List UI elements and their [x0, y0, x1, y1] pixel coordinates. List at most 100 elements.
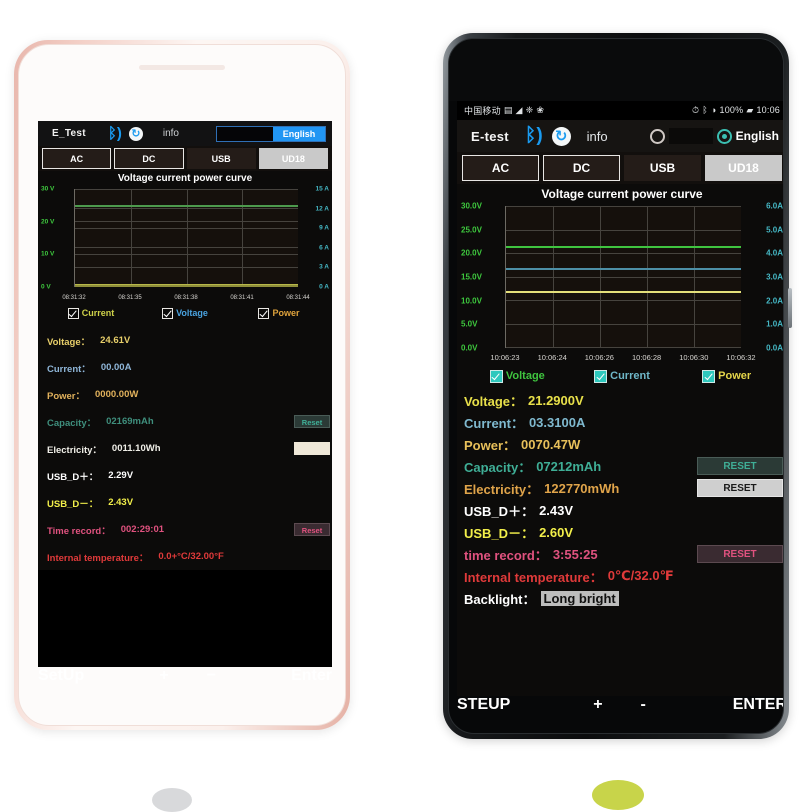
- y-axis-tick-right: 9 A: [319, 224, 329, 232]
- power-button[interactable]: [788, 288, 792, 328]
- gridline-vertical: [553, 206, 554, 347]
- language-option-chinese[interactable]: [649, 128, 665, 144]
- readout-row: Time record： 002:29:01 Reset: [38, 516, 332, 543]
- sync-icon: ❀: [536, 105, 545, 115]
- plus-label: +: [593, 696, 603, 713]
- readout-row: Current： 00.00A: [38, 354, 332, 381]
- tab-usb[interactable]: USB: [624, 155, 701, 181]
- reset-button[interactable]: [294, 442, 330, 455]
- y-axis-tick-left: 20.0V: [461, 248, 482, 258]
- checkbox-icon[interactable]: [67, 307, 79, 319]
- language-option-english[interactable]: [716, 128, 732, 144]
- series-toggle-current[interactable]: Current: [44, 307, 138, 319]
- checkbox-icon[interactable]: [162, 307, 174, 319]
- tab-ud18[interactable]: UD18: [258, 148, 328, 169]
- readout-value: 2.43V: [108, 497, 134, 508]
- series-toggle-power[interactable]: Power: [674, 369, 779, 383]
- right-control-host: STEUP - + ENTER: [457, 696, 783, 714]
- readout-row: time record： 3:55:25 RESET: [457, 543, 783, 565]
- readout-label: Current：: [47, 363, 91, 375]
- readout-label: Time record：: [47, 525, 111, 537]
- signal-icon: ◢: [515, 105, 523, 115]
- y-axis-tick-left: 0 V: [41, 283, 51, 291]
- gridline-vertical: [130, 189, 132, 286]
- language-english-label: English: [735, 129, 779, 143]
- readout-label: Current：: [464, 415, 524, 431]
- tab-ac[interactable]: AC: [42, 148, 112, 169]
- info-label[interactable]: info: [587, 129, 608, 144]
- left-series-toggles: Current Voltage Power: [38, 303, 332, 323]
- readout-row: USB_D－： 2.43V: [38, 489, 332, 516]
- readout-value: 0011.10Wh: [111, 443, 161, 454]
- tab-dc[interactable]: DC: [543, 155, 620, 181]
- readout-row: Voltage： 24.61V: [38, 327, 332, 354]
- refresh-icon[interactable]: ↻: [128, 126, 143, 141]
- readout-value: 3:55:25: [552, 546, 598, 562]
- readout-label: USB_D＋：: [464, 503, 535, 519]
- series-line-voltage: [506, 245, 741, 248]
- checkbox-icon[interactable]: [594, 369, 608, 383]
- readout-label: USB_D＋：: [47, 471, 99, 483]
- readout-row: Voltage： 21.2900V: [457, 389, 783, 411]
- checkbox-icon[interactable]: [489, 369, 503, 383]
- reset-button[interactable]: RESET: [697, 457, 783, 475]
- bluetooth-icon[interactable]: ᛒ): [108, 125, 122, 142]
- enter-button[interactable]: ENTER: [733, 696, 783, 714]
- y-axis-tick-right: 0 A: [319, 283, 329, 291]
- reset-button[interactable]: Reset: [294, 523, 330, 536]
- reset-button[interactable]: RESET: [697, 479, 783, 497]
- info-label[interactable]: info: [163, 128, 179, 139]
- x-axis-tick: 08:31:44: [286, 295, 310, 301]
- gridline-horizontal: [506, 276, 741, 278]
- y-axis-tick-left: 20 V: [41, 218, 55, 226]
- refresh-icon[interactable]: ↻: [551, 126, 571, 146]
- tab-ud18[interactable]: UD18: [705, 155, 782, 181]
- series-toggle-voltage[interactable]: Voltage: [465, 369, 570, 383]
- series-toggle-current[interactable]: Current: [570, 369, 675, 383]
- y-axis-tick-left: 30 V: [41, 185, 55, 193]
- readout-value: 0070.47W: [521, 436, 581, 452]
- readout-label: Voltage：: [464, 393, 523, 409]
- decor-object-left: [152, 788, 192, 812]
- setup-button[interactable]: STEUP: [457, 696, 510, 714]
- series-toggle-label: Current: [81, 308, 115, 318]
- series-toggle-label: Power: [718, 370, 752, 382]
- series-line-voltage: [75, 205, 298, 208]
- language-toggle[interactable]: English: [216, 125, 326, 142]
- right-series-toggles: Voltage Current Power: [457, 364, 783, 388]
- gridline-horizontal: [506, 206, 741, 207]
- gridline-vertical: [186, 189, 188, 286]
- tab-ac[interactable]: AC: [462, 155, 539, 181]
- series-toggle-power[interactable]: Power: [232, 307, 326, 319]
- gridline-vertical: [647, 206, 648, 347]
- x-axis-tick: 10:06:23: [490, 353, 520, 362]
- reset-button[interactable]: RESET: [697, 545, 783, 563]
- language-option-chinese[interactable]: [217, 126, 273, 141]
- y-axis-tick-left: 30.0V: [461, 201, 482, 211]
- y-axis-tick-right: 12 A: [315, 205, 330, 213]
- checkbox-icon[interactable]: [702, 369, 716, 383]
- y-axis-tick-right: 4.0A: [766, 248, 783, 258]
- setup-button[interactable]: SetUp: [38, 667, 84, 685]
- bluetooth-icon[interactable]: ᛒ): [525, 125, 543, 147]
- tab-dc[interactable]: DC: [114, 148, 184, 169]
- language-option-english[interactable]: English: [273, 126, 325, 141]
- gridline-horizontal: [506, 323, 741, 325]
- readout-label: Backlight：: [464, 591, 536, 607]
- tab-usb[interactable]: USB: [186, 148, 256, 169]
- battery-icon: ▰: [746, 105, 754, 115]
- left-phone: E_Test ᛒ) ↻ info English AC DC USB UD18 …: [14, 40, 350, 730]
- readout-label: USB_D－：: [47, 498, 99, 510]
- readout-row: Power： 0070.47W: [457, 433, 783, 455]
- right-tab-bar: AC DC USB UD18: [457, 152, 783, 184]
- series-toggle-voltage[interactable]: Voltage: [138, 307, 232, 319]
- reset-button[interactable]: Reset: [294, 415, 330, 428]
- series-line-power: [506, 291, 741, 293]
- right-phone: 中国移动 ▤ ◢ ❈ ❀ ⏱ ᛒ ◑ 100% ▰ 10:06 E-test ᛒ…: [443, 33, 792, 739]
- enter-button[interactable]: Enter: [291, 667, 332, 685]
- right-chart: 0.0V 5.0V 10.0V 15.0V 20.0V 25.0V 30.0V 0.0A 1.0…: [457, 201, 783, 364]
- y-axis-tick-left: 15.0V: [461, 272, 482, 282]
- x-axis-tick: 10:06:26: [584, 353, 614, 362]
- readout-row: Capacity： 07212mAh RESET: [457, 455, 783, 477]
- checkbox-icon[interactable]: [258, 307, 270, 319]
